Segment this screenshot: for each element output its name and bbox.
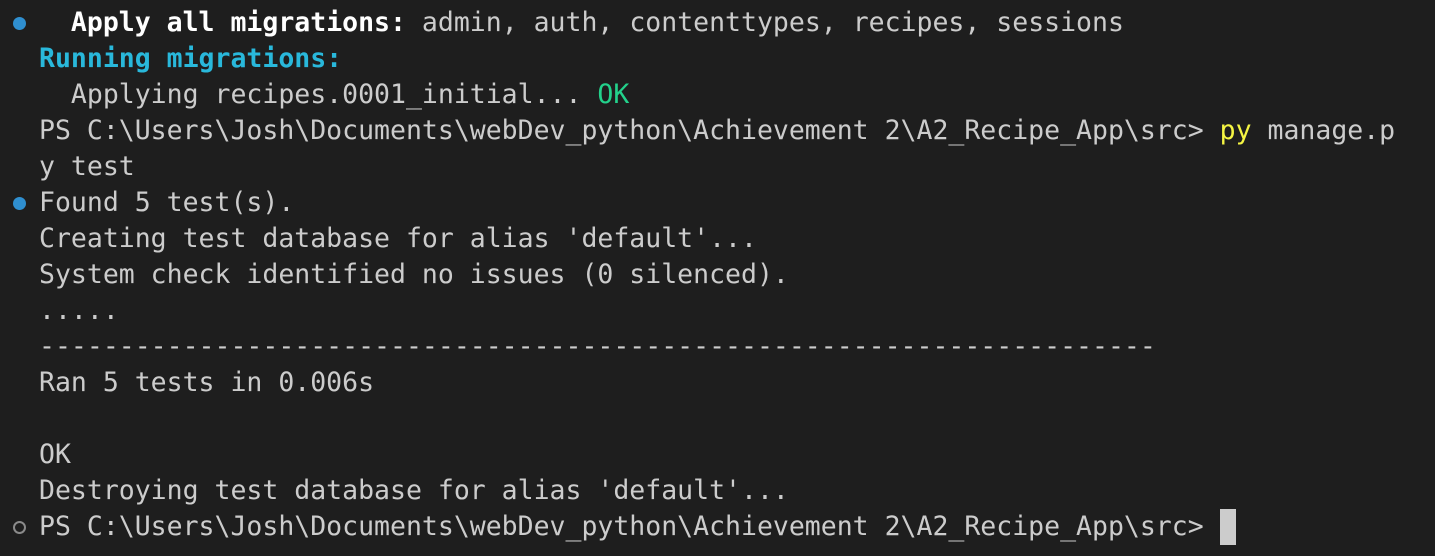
prompt-path: PS C:\Users\Josh\Documents\webDev_python…: [39, 115, 1220, 146]
terminal-line-current-prompt[interactable]: PS C:\Users\Josh\Documents\webDev_python…: [39, 509, 1236, 545]
terminal-cursor[interactable]: [1219, 509, 1236, 545]
terminal-line-ran-tests: Ran 5 tests in 0.006s: [39, 367, 375, 398]
command-decoration-success-icon[interactable]: [13, 17, 26, 30]
command-decoration-pending-icon[interactable]: [13, 521, 26, 534]
terminal-line-creating-db: Creating test database for alias 'defaul…: [39, 223, 757, 254]
command-args: manage.p: [1251, 115, 1396, 146]
terminal-line-running-migrations: Running migrations:: [39, 43, 343, 74]
terminal-line-destroying-db: Destroying test database for alias 'defa…: [39, 475, 789, 506]
terminal-line-separator: ----------------------------------------…: [39, 331, 1156, 362]
terminal-line-test-dots: .....: [39, 295, 119, 326]
command-name: py: [1219, 115, 1252, 146]
prompt-path: PS C:\Users\Josh\Documents\webDev_python…: [39, 511, 1220, 542]
apply-migrations-label: Apply all migrations:: [70, 7, 406, 38]
terminal-line-ok: OK: [39, 439, 71, 470]
terminal-line-command-wrap: y test: [39, 151, 135, 182]
terminal-line-apply-migrations: Apply all migrations: admin, auth, conte…: [39, 5, 1124, 41]
applying-text: Applying recipes.0001_initial...: [39, 79, 598, 110]
ok-status: OK: [597, 79, 630, 110]
terminal-line-system-check: System check identified no issues (0 sil…: [39, 259, 789, 290]
terminal-line-prompt-command: PS C:\Users\Josh\Documents\webDev_python…: [39, 113, 1395, 149]
command-decoration-success-icon[interactable]: [13, 197, 26, 210]
apply-migrations-apps: admin, auth, contenttypes, recipes, sess…: [405, 7, 1124, 38]
terminal-panel[interactable]: Apply all migrations: admin, auth, conte…: [0, 0, 1435, 556]
terminal-line-found-tests: Found 5 test(s).: [39, 187, 295, 218]
terminal-line-applying-recipes: Applying recipes.0001_initial... OK: [39, 77, 629, 113]
